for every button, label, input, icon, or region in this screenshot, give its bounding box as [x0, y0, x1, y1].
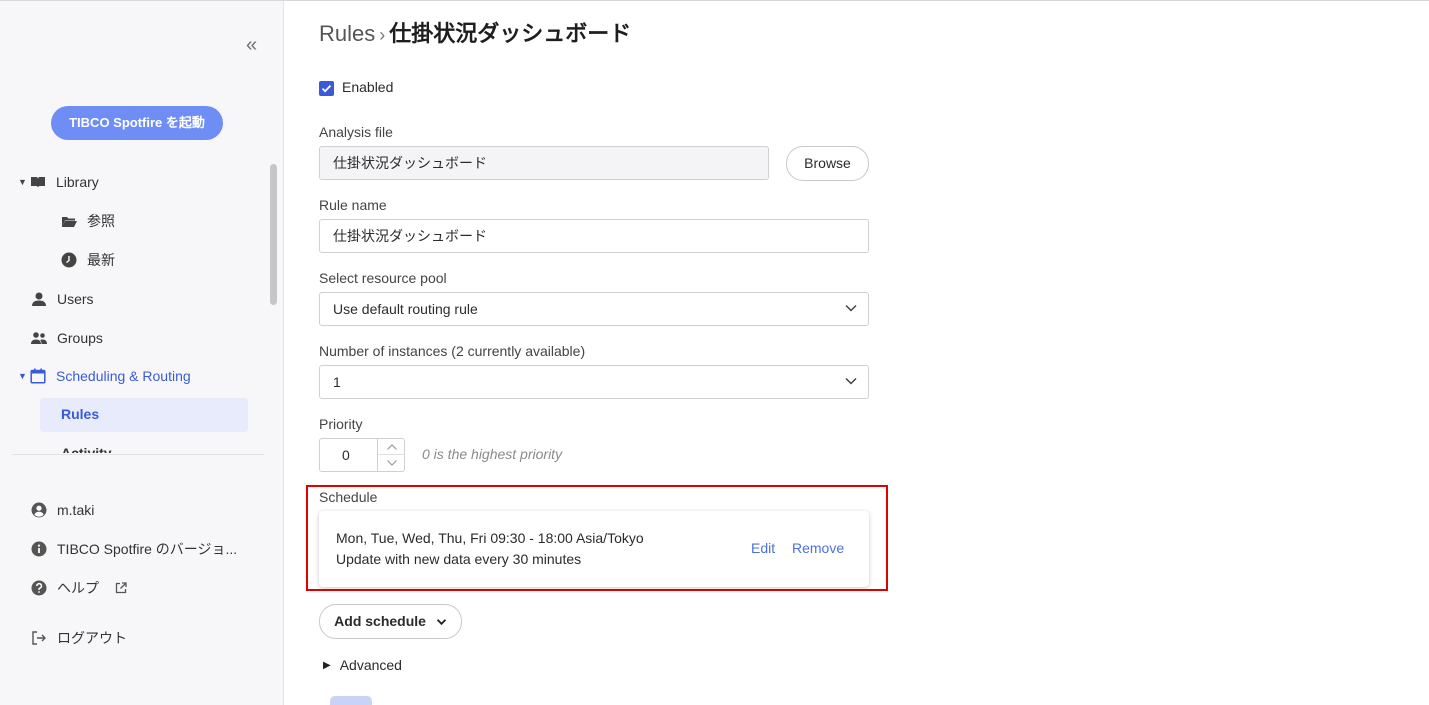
caret-down-icon: ▼ — [18, 371, 27, 381]
folder-open-icon — [61, 213, 77, 229]
chevron-down-icon — [436, 619, 446, 626]
sidebar-item-label: 最新 — [87, 252, 115, 268]
add-schedule-button[interactable]: Add schedule — [319, 604, 462, 639]
page-title: 仕掛状況ダッシュボード — [389, 21, 632, 46]
sidebar: « TIBCO Spotfire を起動 ▼ Library 参照 最新 Use… — [0, 1, 284, 705]
collapse-sidebar-icon[interactable]: « — [246, 33, 257, 57]
sidebar-item-label: ログアウト — [57, 630, 127, 646]
sidebar-item-label: Scheduling & Routing — [56, 368, 191, 384]
clock-icon — [61, 252, 77, 268]
sidebar-item-activity[interactable]: Activity — [61, 439, 141, 453]
external-link-icon — [113, 580, 129, 596]
sidebar-item-logout[interactable]: ログアウト — [31, 628, 127, 648]
sidebar-item-label: TIBCO Spotfire のバージョ... — [57, 541, 238, 557]
caret-right-icon: ▶ — [323, 659, 331, 671]
sidebar-item-browse[interactable]: 参照 — [61, 211, 115, 231]
chevron-down-icon — [845, 304, 857, 312]
instances-value: 1 — [333, 374, 341, 390]
breadcrumb-root[interactable]: Rules — [319, 21, 375, 46]
sidebar-item-label: m.taki — [57, 502, 95, 518]
increment-button[interactable] — [378, 439, 405, 455]
rule-name-label: Rule name — [319, 197, 387, 213]
checkmark-icon — [321, 84, 332, 93]
priority-value[interactable]: 0 — [342, 447, 350, 463]
calendar-icon — [30, 368, 46, 384]
group-icon — [31, 330, 47, 346]
advanced-label: Advanced — [339, 657, 402, 673]
sidebar-item-library[interactable]: ▼ Library — [18, 172, 99, 192]
breadcrumb-separator: › — [379, 25, 386, 45]
highlight-box — [306, 485, 888, 591]
sidebar-item-version[interactable]: TIBCO Spotfire のバージョ... — [31, 539, 237, 559]
info-icon — [31, 541, 47, 557]
sidebar-item-label: Users — [57, 291, 94, 307]
browse-button[interactable]: Browse — [786, 146, 869, 181]
sidebar-item-help[interactable]: ヘルプ — [31, 578, 129, 598]
caret-down-icon: ▼ — [18, 177, 27, 187]
chevron-down-icon — [845, 377, 857, 385]
sidebar-scrollbar[interactable] — [270, 164, 277, 305]
sidebar-item-recent[interactable]: 最新 — [61, 250, 115, 270]
sidebar-item-scheduling-routing[interactable]: ▼ Scheduling & Routing — [18, 366, 191, 386]
sidebar-item-label: Library — [56, 174, 99, 190]
instances-label: Number of instances (2 currently availab… — [319, 343, 586, 359]
logout-icon — [31, 630, 47, 646]
book-icon — [30, 174, 46, 190]
instances-select[interactable]: 1 — [319, 365, 869, 399]
sidebar-item-label: Groups — [57, 330, 103, 346]
sidebar-item-label: Activity — [61, 445, 112, 453]
sidebar-item-groups[interactable]: Groups — [31, 328, 103, 348]
sidebar-item-label: 参照 — [87, 213, 115, 229]
sidebar-item-label: ヘルプ — [57, 580, 99, 596]
sidebar-item-rules-label: Rules — [61, 406, 100, 422]
advanced-toggle[interactable]: ▶ Advanced — [323, 657, 402, 673]
add-schedule-label: Add schedule — [334, 613, 426, 629]
user-icon — [31, 291, 47, 307]
priority-hint: 0 is the highest priority — [422, 446, 563, 462]
resource-pool-value: Use default routing rule — [333, 301, 478, 317]
help-icon — [31, 580, 47, 596]
priority-label: Priority — [319, 416, 363, 432]
chevron-up-icon — [386, 443, 397, 450]
resource-pool-select[interactable]: Use default routing rule — [319, 292, 869, 326]
resource-pool-label: Select resource pool — [319, 270, 447, 286]
sidebar-divider — [12, 454, 264, 455]
sidebar-item-account[interactable]: m.taki — [31, 500, 94, 520]
save-button-partial[interactable] — [330, 696, 372, 705]
sidebar-item-users[interactable]: Users — [31, 289, 94, 309]
analysis-file-field[interactable]: 仕掛状況ダッシュボード — [319, 146, 769, 180]
decrement-button[interactable] — [378, 455, 405, 471]
rule-name-input[interactable]: 仕掛状況ダッシュボード — [319, 219, 869, 253]
chevron-down-icon — [386, 460, 397, 466]
enabled-checkbox[interactable] — [319, 81, 334, 96]
analysis-file-label: Analysis file — [319, 124, 393, 140]
account-circle-icon — [31, 502, 47, 518]
launch-spotfire-button[interactable]: TIBCO Spotfire を起動 — [51, 106, 223, 140]
enabled-label[interactable]: Enabled — [342, 79, 393, 95]
priority-stepper[interactable]: 0 — [319, 438, 405, 472]
breadcrumb: Rules › 仕掛状況ダッシュボード — [319, 20, 631, 49]
stepper-buttons — [377, 439, 405, 471]
